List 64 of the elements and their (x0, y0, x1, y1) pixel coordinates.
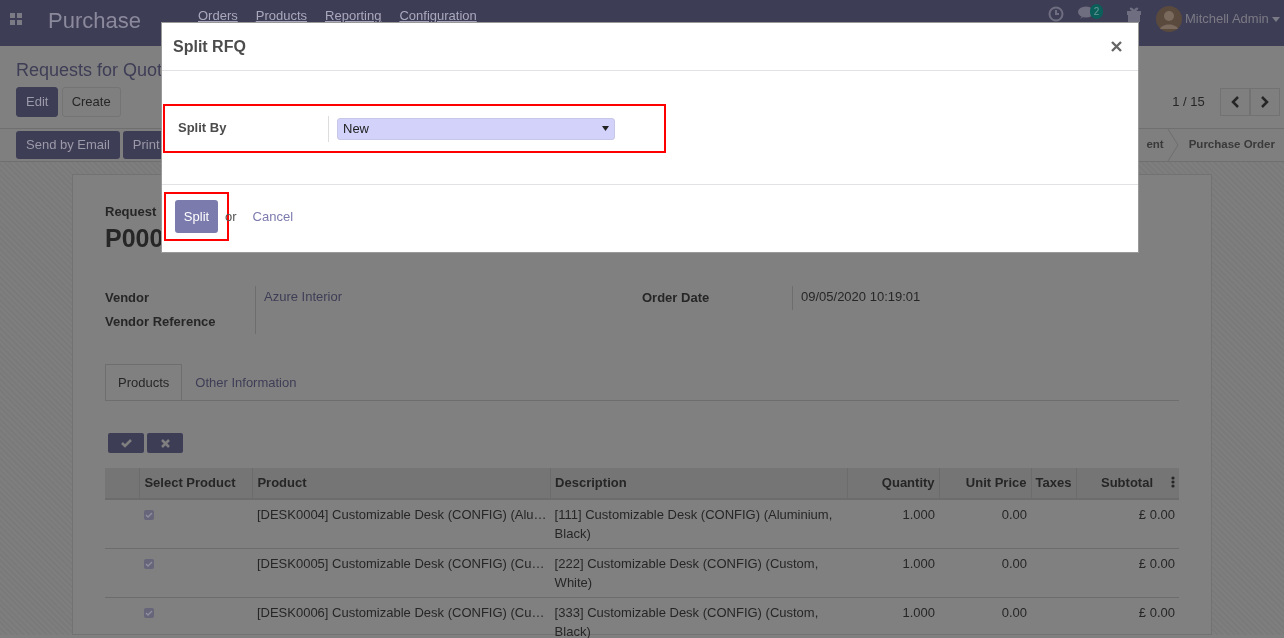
more-options-icon[interactable] (1171, 476, 1175, 488)
column-header[interactable]: Unit Price (939, 468, 1031, 499)
user-name[interactable]: Mitchell Admin (1184, 9, 1269, 29)
column-header[interactable]: Description (550, 468, 848, 499)
table-cell: [DESK0006] Customizable Desk (CONFIG) (Cu… (252, 597, 551, 638)
checked-checkbox-icon[interactable] (143, 558, 154, 569)
table-cell: [111] Customizable Desk (CONFIG) (Aluminium, Black) (550, 498, 848, 548)
table-cell: [DESK0004] Customizable Desk (CONFIG) (Alu… (252, 498, 551, 548)
pager-counter: 1 / 15 (1172, 93, 1205, 112)
action-button[interactable]: Create (61, 87, 121, 117)
avatar-icon[interactable] (1155, 6, 1182, 32)
column-header[interactable]: Select Product (139, 468, 253, 499)
status-step[interactable]: ent (1146, 136, 1167, 154)
field-value: 09/05/2020 10:19:01 (801, 288, 921, 304)
column-header[interactable]: Quantity (847, 468, 940, 499)
status-step[interactable]: Purchase Order (1178, 136, 1284, 154)
caret-icon[interactable] (1272, 16, 1280, 22)
select-field[interactable]: New (337, 117, 615, 140)
action-button[interactable]: Send by Email (16, 131, 120, 159)
apps-icon[interactable] (10, 13, 22, 25)
tab[interactable]: Products (105, 363, 183, 400)
chevron-right-icon (1261, 96, 1269, 108)
close-icon[interactable] (1111, 41, 1122, 52)
table-cell: 1.000 (847, 597, 940, 638)
next-button[interactable] (1250, 88, 1280, 116)
checked-checkbox-icon[interactable] (143, 509, 154, 520)
record-name: P000 (105, 222, 165, 254)
confirm-button[interactable] (108, 433, 144, 453)
table-cell: £ 0.00 (1077, 498, 1179, 548)
previous-button[interactable] (1220, 88, 1250, 116)
table-cell: 0.00 (939, 498, 1031, 548)
checked-checkbox-icon[interactable] (143, 607, 154, 618)
clock-icon[interactable] (1047, 6, 1064, 22)
app-title: Purchase (48, 7, 142, 35)
table-cell: £ 0.00 (1077, 548, 1179, 597)
gift-icon[interactable] (1125, 6, 1142, 22)
message-count-badge: 2 (1089, 4, 1104, 19)
column-header[interactable]: Product (252, 468, 551, 499)
field-label: Vendor Reference (105, 312, 217, 331)
vendor-link[interactable]: Azure Interior (264, 288, 343, 304)
chevron-left-icon (1231, 96, 1239, 108)
caret-icon (602, 126, 609, 131)
table-cell: 0.00 (939, 548, 1031, 597)
field-label: Split By (178, 119, 228, 137)
table-cell: [333] Customizable Desk (CONFIG) (Custom, Black) (550, 597, 848, 638)
table-cell: 0.00 (939, 597, 1031, 638)
record-subtitle: Request (105, 203, 157, 221)
table-cell: 1.000 (847, 498, 940, 548)
discard-button[interactable] (147, 433, 184, 453)
column-header[interactable]: Subtotal (1077, 468, 1179, 499)
table-cell: [DESK0005] Customizable Desk (CONFIG) (Cu… (252, 548, 551, 597)
table-cell: [222] Customizable Desk (CONFIG) (Custom, White) (550, 548, 848, 597)
dialog-title: Split RFQ (173, 36, 246, 57)
table-cell: 1.000 (847, 548, 940, 597)
cancel-link[interactable]: Cancel (252, 206, 294, 227)
column-header[interactable]: Taxes (1031, 468, 1077, 499)
close-icon (160, 438, 170, 448)
tab[interactable]: Other Information (182, 363, 310, 400)
field-label: Order Date (642, 288, 711, 307)
field-label: Vendor (105, 288, 151, 307)
check-icon (120, 438, 132, 448)
split-button[interactable]: Split (174, 199, 219, 234)
table-cell: £ 0.00 (1077, 597, 1179, 638)
action-button[interactable]: Edit (16, 87, 59, 117)
